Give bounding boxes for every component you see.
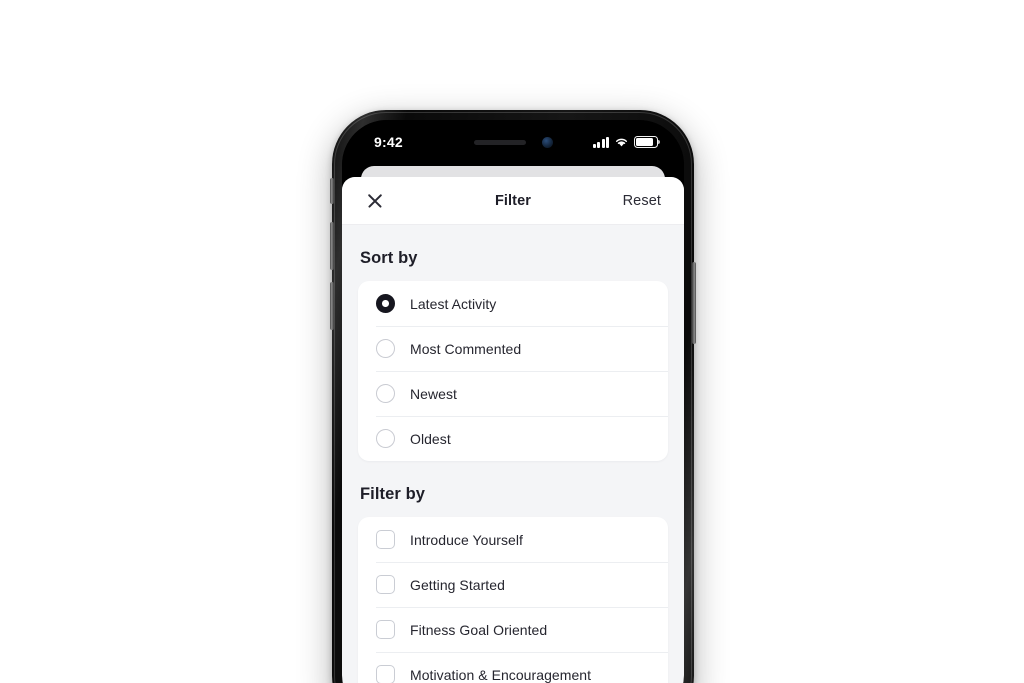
option-label: Latest Activity [410, 295, 497, 312]
option-label: Introduce Yourself [410, 531, 523, 548]
radio-button[interactable] [376, 384, 395, 403]
sort-option-row[interactable]: Newest [358, 371, 668, 416]
option-label: Oldest [410, 430, 451, 447]
status-bar: 9:42 [342, 120, 684, 164]
filter-option-row[interactable]: Introduce Yourself [358, 517, 668, 562]
filter-option-row[interactable]: Fitness Goal Oriented [358, 607, 668, 652]
sheet-body[interactable]: Sort by Latest Activity Most Commented New… [342, 225, 684, 683]
sort-option-row[interactable]: Most Commented [358, 326, 668, 371]
checkbox[interactable] [376, 620, 395, 639]
front-camera-icon [541, 136, 553, 148]
phone-bezel: 9:42 Filter Reset Sort by Latest Activit… [342, 120, 684, 683]
status-bar-time: 9:42 [374, 134, 403, 150]
volume-up-button[interactable] [330, 222, 334, 270]
sheet-header: Filter Reset [342, 177, 684, 225]
sort-options-card: Latest Activity Most Commented Newest Oldes… [358, 281, 668, 461]
sort-option-row[interactable]: Latest Activity [358, 281, 668, 326]
option-label: Fitness Goal Oriented [410, 621, 548, 638]
power-button[interactable] [692, 262, 696, 344]
sort-by-heading: Sort by [360, 249, 418, 267]
volume-down-button[interactable] [330, 282, 334, 330]
battery-icon [634, 136, 661, 148]
notch-hardware [446, 136, 580, 148]
close-icon[interactable] [365, 191, 385, 211]
filter-options-card: Introduce Yourself Getting Started Fitness… [358, 517, 668, 683]
radio-button[interactable] [376, 429, 395, 448]
reset-button[interactable]: Reset [623, 193, 661, 209]
phone-screen: 9:42 Filter Reset Sort by Latest Activit… [342, 120, 684, 683]
checkbox[interactable] [376, 665, 395, 683]
checkbox[interactable] [376, 530, 395, 549]
screenshot-stage: 9:42 Filter Reset Sort by Latest Activit… [0, 0, 1024, 683]
checkbox[interactable] [376, 575, 395, 594]
option-label: Most Commented [410, 340, 522, 357]
filter-option-row[interactable]: Motivation & Encouragement [358, 652, 668, 683]
earpiece-speaker-icon [473, 139, 526, 145]
status-bar-icons [580, 136, 661, 148]
filter-option-row[interactable]: Getting Started [358, 562, 668, 607]
option-label: Motivation & Encouragement [410, 666, 592, 683]
silence-switch-button[interactable] [330, 178, 334, 204]
sort-option-row[interactable]: Oldest [358, 416, 668, 461]
cellular-signal-icon [592, 136, 609, 148]
radio-button[interactable] [376, 339, 395, 358]
filter-by-heading: Filter by [360, 485, 426, 503]
phone-device: 9:42 Filter Reset Sort by Latest Activit… [330, 110, 696, 683]
option-label: Newest [410, 385, 457, 402]
filter-sheet: Filter Reset Sort by Latest Activity Most… [342, 177, 684, 683]
radio-button-selected[interactable] [376, 294, 395, 313]
wifi-icon [615, 138, 628, 147]
option-label: Getting Started [410, 576, 505, 593]
